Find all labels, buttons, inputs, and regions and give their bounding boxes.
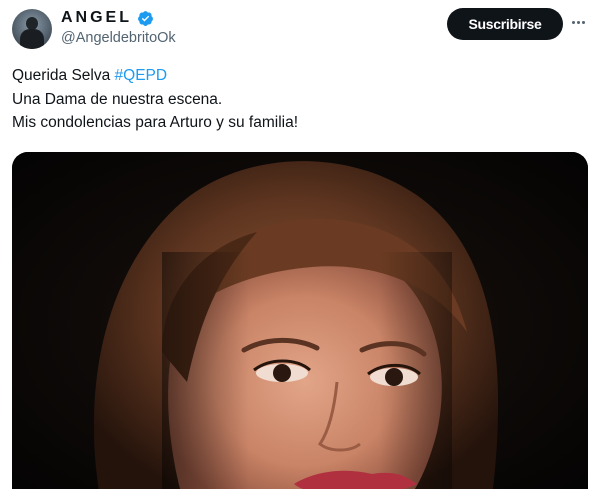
avatar[interactable] (12, 9, 52, 49)
tweet-line-2: Una Dama de nuestra escena. (12, 90, 223, 108)
tweet: ANGEL @AngeldebritoOk Suscribirse Querid… (0, 0, 589, 489)
author-name-row: ANGEL (61, 9, 154, 27)
more-options-icon[interactable] (570, 12, 586, 32)
subscribe-button[interactable]: Suscribirse (447, 8, 563, 40)
tweet-line-1: Querida Selva #QEPD (12, 64, 298, 88)
portrait-photo (12, 152, 588, 489)
author-handle[interactable]: @AngeldebritoOk (61, 30, 176, 46)
hashtag-link[interactable]: #QEPD (115, 67, 168, 84)
author-display-name[interactable]: ANGEL (61, 9, 132, 27)
avatar-body (20, 29, 44, 49)
tweet-line-3: Mis condolencias para Arturo y su famili… (12, 114, 299, 131)
tweet-text: Querida Selva #QEPD Una Dama de nuestra … (12, 64, 298, 135)
tweet-line-1-text: Querida Selva (12, 67, 115, 84)
verified-badge-icon (138, 10, 153, 26)
tweet-media-photo[interactable] (12, 152, 588, 489)
